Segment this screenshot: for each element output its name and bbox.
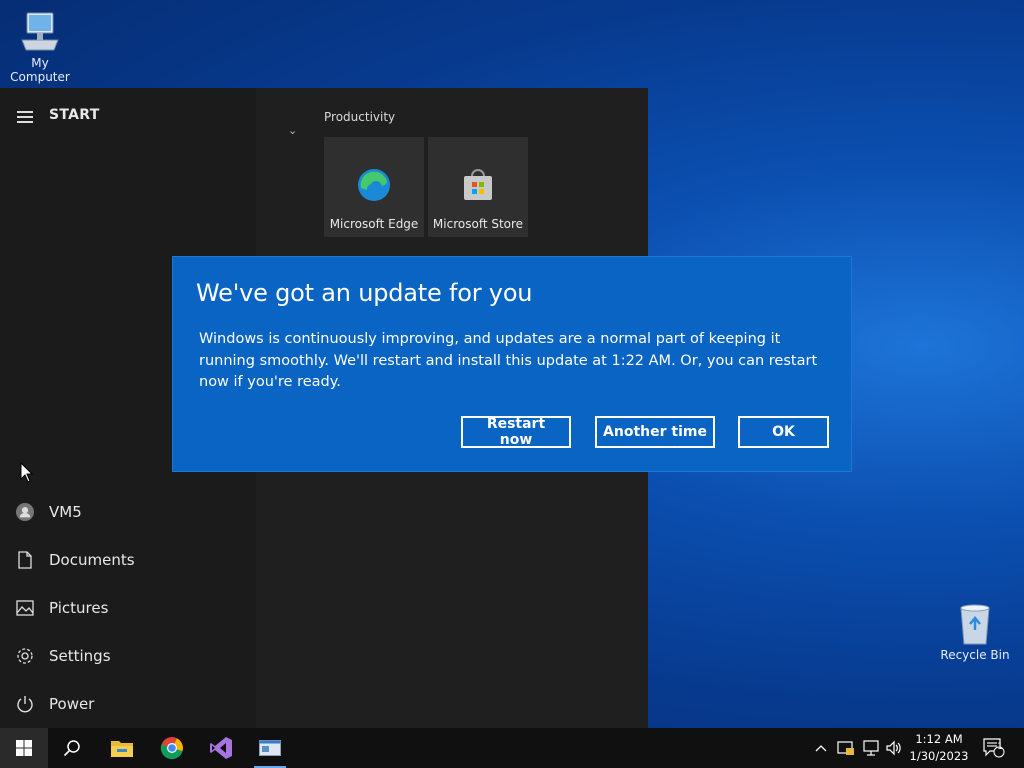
action-center-button[interactable]: 1	[983, 728, 1005, 768]
restart-now-button[interactable]: Restart now	[461, 416, 571, 448]
taskbar-clock[interactable]: 1:12 AM 1/30/2023	[905, 731, 973, 765]
chevron-down-icon[interactable]: ⌄	[288, 124, 297, 137]
clock-time: 1:12 AM	[915, 732, 963, 746]
start-item-label: VM5	[49, 503, 82, 521]
tray-security[interactable]	[837, 728, 855, 768]
start-item-power[interactable]: Power	[0, 682, 256, 726]
desktop-icon-recycle-bin[interactable]: Recycle Bin	[935, 602, 1015, 662]
tile-group-label: Productivity	[324, 110, 396, 124]
power-icon	[16, 695, 34, 713]
ok-button[interactable]: OK	[738, 416, 829, 448]
network-icon	[863, 740, 879, 756]
taskbar-file-explorer[interactable]	[98, 728, 146, 768]
document-icon	[16, 551, 34, 569]
edge-icon	[358, 169, 390, 201]
start-button[interactable]	[0, 728, 48, 768]
pictures-icon	[16, 599, 34, 617]
volume-icon	[886, 740, 901, 756]
chevron-up-icon	[815, 745, 827, 752]
computer-icon	[21, 12, 59, 51]
start-item-user[interactable]: VM5	[0, 490, 256, 534]
tile-label: Microsoft Edge	[329, 217, 419, 231]
show-hidden-icons-button[interactable]	[814, 728, 828, 768]
app-window-icon	[259, 740, 281, 756]
user-icon	[16, 503, 34, 521]
desktop-icon-my-computer[interactable]: My Computer	[0, 10, 80, 84]
dialog-title: We've got an update for you	[196, 279, 533, 307]
tray-network[interactable]	[862, 728, 880, 768]
start-item-documents[interactable]: Documents	[0, 538, 256, 582]
taskbar-visual-studio[interactable]	[197, 728, 245, 768]
windows-start-icon	[16, 740, 32, 756]
tile-label: Microsoft Store	[432, 217, 524, 231]
update-dialog: We've got an update for you Windows is c…	[172, 256, 852, 472]
start-item-label: Power	[49, 695, 95, 713]
desktop-icon-label: Recycle Bin	[940, 648, 1010, 662]
recycle-bin-icon	[960, 604, 990, 645]
tray-volume[interactable]	[885, 728, 903, 768]
mouse-cursor-icon	[20, 462, 34, 483]
security-alert-icon	[837, 741, 854, 755]
another-time-button[interactable]: Another time	[595, 416, 715, 448]
start-item-label: Pictures	[49, 599, 109, 617]
start-item-pictures[interactable]: Pictures	[0, 586, 256, 630]
taskbar-app-window[interactable]	[246, 728, 294, 768]
dialog-message: Windows is continuously improving, and u…	[199, 331, 818, 390]
visual-studio-icon	[210, 737, 232, 759]
tile-microsoft-edge[interactable]: Microsoft Edge	[324, 137, 424, 237]
tile-microsoft-store[interactable]: Microsoft Store	[428, 137, 528, 237]
chrome-icon	[160, 737, 183, 760]
taskbar: 1:12 AM 1/30/2023 1	[0, 728, 1024, 768]
desktop-icon-label: My Computer	[10, 56, 70, 84]
search-button[interactable]	[48, 728, 96, 768]
search-icon	[63, 740, 80, 757]
start-item-label: Documents	[49, 551, 135, 569]
clock-date: 1/30/2023	[909, 749, 969, 763]
gear-icon	[16, 647, 34, 665]
taskbar-chrome[interactable]	[148, 728, 196, 768]
start-menu-title: START	[49, 107, 100, 123]
start-item-label: Settings	[49, 647, 111, 665]
store-icon	[464, 169, 492, 200]
hamburger-menu-icon[interactable]	[17, 111, 33, 123]
notification-count-badge: 1	[997, 742, 1003, 752]
file-explorer-icon	[111, 741, 133, 757]
start-item-settings[interactable]: Settings	[0, 634, 256, 678]
